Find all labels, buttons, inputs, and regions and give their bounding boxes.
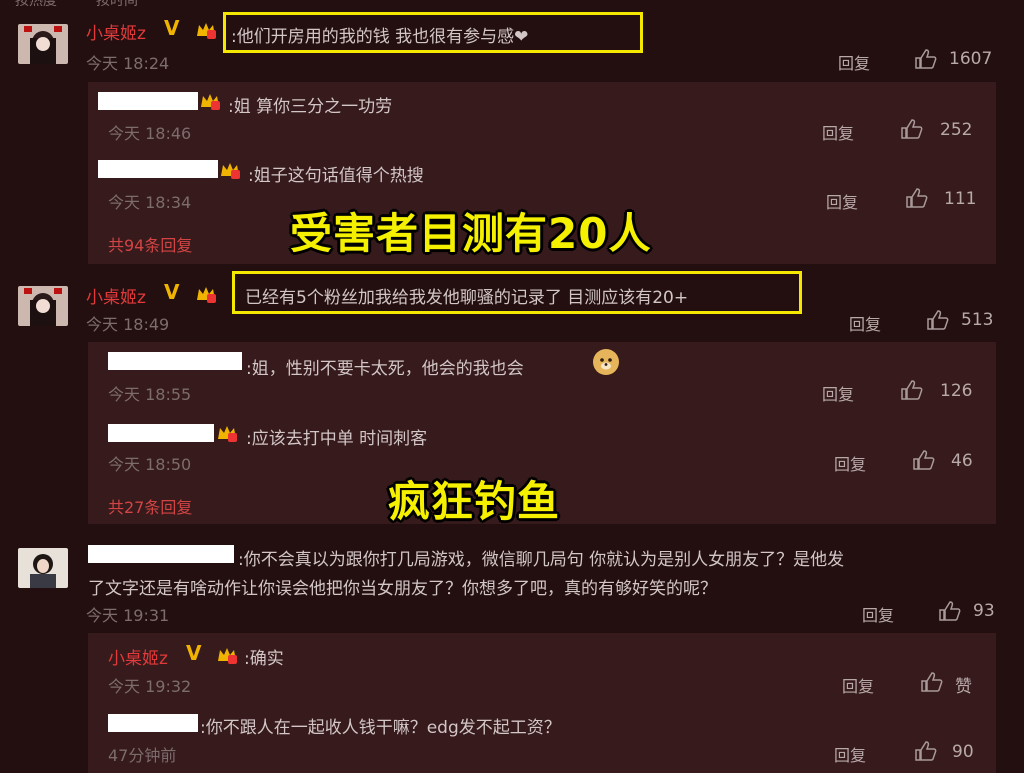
reply-text: :应该去打中单 时间刺客 [246,429,428,449]
verified-v-icon: V [186,641,202,665]
reply-time: 47分钟前 [108,746,177,765]
comment-text-line1: :你不会真以为跟你打几局游戏，微信聊几局句 你就认为是别人女朋友了？是他发 [238,550,845,570]
thumbs-up-icon[interactable] [900,379,924,401]
comment-time: 今天 18:49 [86,315,170,334]
like-count: 90 [952,742,974,762]
reply-time: 今天 18:34 [108,193,192,212]
reply-time: 今天 18:46 [108,124,192,143]
like-count: 93 [973,601,995,621]
reply-text: :姐 算你三分之一功劳 [228,97,393,117]
reply-time: 今天 19:32 [108,677,192,696]
more-replies-link[interactable]: 共27条回复 [108,494,192,518]
thumbs-up-icon[interactable] [914,48,938,70]
redacted-username [98,160,218,178]
username[interactable]: 小桌姬z [86,19,146,44]
like-count: 46 [951,451,973,471]
avatar[interactable] [18,548,68,588]
like-count: 赞 [955,677,972,697]
sort-by-time-tab[interactable]: 按时间 [96,0,138,10]
comment-text: 已经有5个粉丝加我给我发他聊骚的记录了 目测应该有20+ [245,288,689,308]
avatar[interactable] [18,24,68,64]
verified-v-icon: V [164,280,180,304]
thumbs-up-icon[interactable] [938,600,962,622]
avatar[interactable] [18,286,68,326]
reply-button[interactable]: 回复 [849,311,881,335]
reply-text: :确实 [244,649,284,669]
redacted-username [98,92,198,110]
comment-time: 今天 18:24 [86,54,170,73]
vip-crown-icon [201,94,220,110]
vip-crown-icon [218,648,237,664]
thumbs-up-icon[interactable] [905,187,929,209]
vip-crown-icon [197,287,216,303]
vip-crown-icon [221,163,240,179]
reply-time: 今天 18:50 [108,455,192,474]
more-replies-link[interactable]: 共94条回复 [108,232,192,256]
reply-button[interactable]: 回复 [862,602,894,626]
vip-crown-icon [218,426,237,442]
sort-by-hot-tab[interactable]: 按热度 [15,0,57,10]
redacted-username [108,352,242,370]
verified-v-icon: V [164,16,180,40]
reply-button[interactable]: 回复 [834,742,866,766]
redacted-username [108,424,214,442]
overlay-caption: 受害者目测有20人 [290,209,652,258]
thumbs-up-icon[interactable] [914,740,938,762]
reply-button[interactable]: 回复 [838,50,870,74]
reply-button[interactable]: 回复 [822,381,854,405]
redacted-username [108,714,198,732]
vip-crown-icon [197,23,216,39]
reply-button[interactable]: 回复 [834,451,866,475]
overlay-caption: 疯狂钓鱼 [388,477,561,526]
thumbs-up-icon[interactable] [900,118,924,140]
comment-text: :他们开房用的我的钱 我也很有参与感❤ [231,27,529,47]
username[interactable]: 小桌姬z [108,644,168,669]
like-count: 252 [940,120,973,140]
like-count: 111 [944,189,977,209]
thumbs-up-icon[interactable] [912,449,936,471]
like-count: 513 [961,310,994,330]
like-count: 126 [940,381,973,401]
reply-text: :姐，性别不要卡太死，他会的我也会 [246,359,524,379]
like-count: 1607 [949,49,993,69]
sort-bar: 按热度 按时间 [0,0,1024,10]
thumbs-up-icon[interactable] [926,309,950,331]
reply-time: 今天 18:55 [108,385,192,404]
reply-button[interactable]: 回复 [822,120,854,144]
reply-button[interactable]: 回复 [826,189,858,213]
comment-text-line2: 了文字还是有啥动作让你误会他把你当女朋友了？你想多了吧，真的有够好笑的呢？ [88,579,717,599]
username[interactable]: 小桌姬z [86,283,146,308]
thumbs-up-icon[interactable] [920,671,944,693]
redacted-username [88,545,234,563]
reply-text: :你不跟人在一起收人钱干嘛？edg发不起工资？ [200,718,561,738]
reply-button[interactable]: 回复 [842,673,874,697]
comment-time: 今天 19:31 [86,606,170,625]
reply-text: :姐子这句话值得个热搜 [248,166,424,186]
doge-emoji-icon [593,349,619,375]
